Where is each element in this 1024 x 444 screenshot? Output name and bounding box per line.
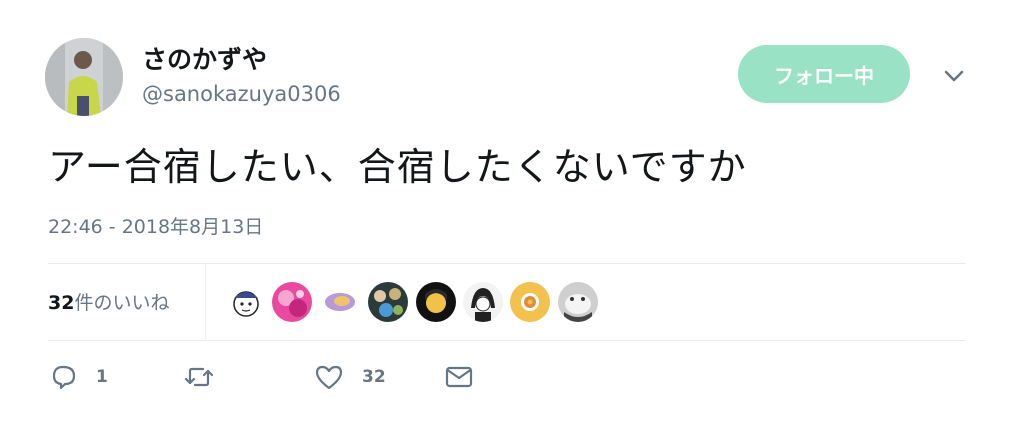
author-handle[interactable]: @sanokazuya0306 bbox=[142, 82, 341, 106]
reply-count: 1 bbox=[96, 367, 108, 387]
liker-avatar[interactable] bbox=[320, 282, 360, 322]
author-display-name[interactable]: さのかずや bbox=[142, 40, 267, 76]
reply-icon bbox=[50, 363, 78, 391]
heart-icon bbox=[314, 363, 344, 391]
following-button[interactable]: フォロー中 bbox=[738, 45, 910, 103]
reply-button[interactable]: 1 bbox=[50, 362, 108, 392]
stats-divider bbox=[205, 263, 206, 339]
divider bbox=[48, 263, 966, 264]
retweet-icon bbox=[183, 363, 215, 391]
author-avatar[interactable] bbox=[45, 38, 123, 116]
like-count: 32 bbox=[362, 367, 386, 387]
chevron-down-icon[interactable] bbox=[940, 64, 968, 88]
tweet-timestamp[interactable]: 22:46 - 2018年8月13日 bbox=[48, 212, 263, 239]
likes-count: 32 bbox=[48, 292, 75, 314]
retweet-button[interactable] bbox=[183, 362, 233, 392]
divider bbox=[48, 340, 966, 341]
direct-message-button[interactable] bbox=[444, 362, 474, 392]
like-button[interactable]: 32 bbox=[314, 362, 386, 392]
likes-stat[interactable]: 32件のいいね bbox=[48, 288, 169, 315]
liker-avatar[interactable] bbox=[272, 282, 312, 322]
liker-avatar[interactable] bbox=[226, 282, 266, 322]
liker-avatar[interactable] bbox=[416, 282, 456, 322]
liker-avatar[interactable] bbox=[368, 282, 408, 322]
tweet-text: アー合宿したい、合宿したくないですか bbox=[48, 145, 747, 189]
envelope-icon bbox=[444, 363, 474, 391]
liker-avatar[interactable] bbox=[510, 282, 550, 322]
liker-avatar[interactable] bbox=[558, 282, 598, 322]
liker-avatar[interactable] bbox=[463, 282, 503, 322]
likes-label: 件のいいね bbox=[74, 292, 170, 314]
